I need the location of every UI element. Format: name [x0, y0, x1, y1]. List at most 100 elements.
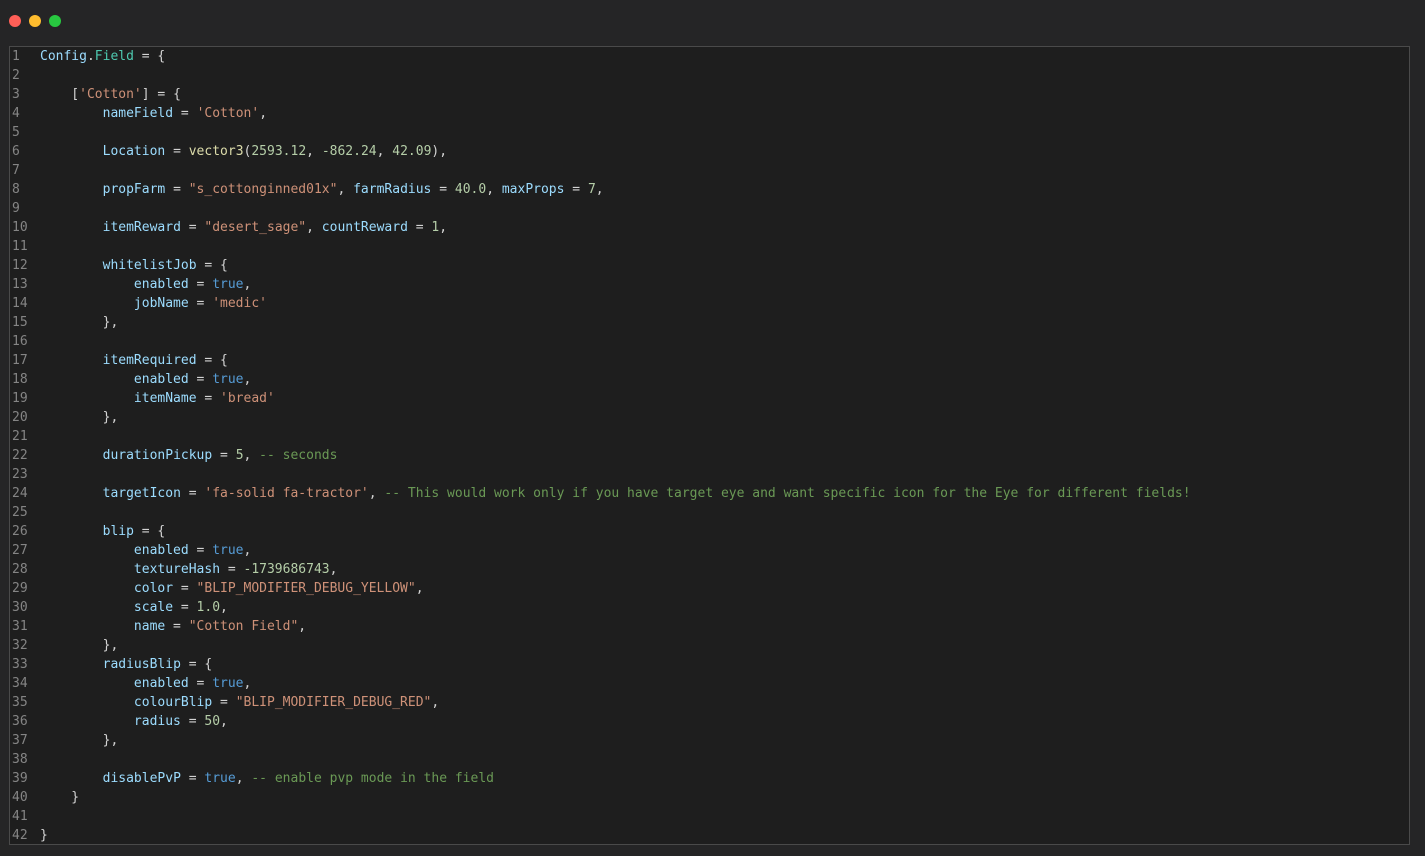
code-token: disablePvP: [102, 771, 181, 786]
code-line[interactable]: 30 scale = 1.0,: [10, 598, 228, 617]
code-token: =: [180, 486, 205, 501]
code-line[interactable]: 34 enabled = true,: [10, 674, 251, 693]
code-line[interactable]: 29 color = "BLIP_MODIFIER_DEBUG_YELLOW",: [10, 579, 424, 598]
code-token: whitelistJob: [102, 258, 197, 273]
line-code: radius = 50,: [40, 712, 228, 731]
line-code: jobName = 'medic': [40, 294, 267, 313]
minimize-window-button[interactable]: [29, 15, 41, 27]
code-line[interactable]: 25: [10, 503, 40, 522]
code-line[interactable]: 21: [10, 427, 40, 446]
code-token: -1739686743: [243, 562, 330, 577]
code-line[interactable]: 17 itemRequired = {: [10, 351, 228, 370]
code-line[interactable]: 37 },: [10, 731, 118, 750]
code-line[interactable]: 28 textureHash = -1739686743,: [10, 560, 337, 579]
code-line[interactable]: 6 Location = vector3(2593.12, -862.24, 4…: [10, 142, 447, 161]
code-line[interactable]: 9: [10, 199, 40, 218]
code-line[interactable]: 26 blip = {: [10, 522, 165, 541]
line-number: 20: [12, 410, 28, 425]
code-token: ,: [243, 676, 252, 691]
line-number: 31: [12, 619, 28, 634]
code-token: },: [40, 315, 119, 330]
code-token: nameField: [102, 106, 174, 121]
code-token: ,: [368, 486, 385, 501]
line-number: 35: [12, 695, 28, 710]
line-number: 3: [12, 87, 20, 102]
code-line[interactable]: 15 },: [10, 313, 118, 332]
code-line[interactable]: 18 enabled = true,: [10, 370, 251, 389]
code-line[interactable]: 4 nameField = 'Cotton',: [10, 104, 267, 123]
code-line[interactable]: 11: [10, 237, 40, 256]
line-number: 32: [12, 638, 28, 653]
line-code: nameField = 'Cotton',: [40, 104, 267, 123]
code-line[interactable]: 36 radius = 50,: [10, 712, 228, 731]
code-editor[interactable]: 1 Config.Field = {2 3 ['Cotton'] = {4 name…: [9, 46, 1410, 845]
code-line[interactable]: 23: [10, 465, 40, 484]
code-line[interactable]: 20 },: [10, 408, 118, 427]
close-window-button[interactable]: [9, 15, 21, 27]
code-line[interactable]: 42}: [10, 826, 48, 844]
code-line[interactable]: 31 name = "Cotton Field",: [10, 617, 306, 636]
code-token: },: [40, 410, 119, 425]
code-line[interactable]: 13 enabled = true,: [10, 275, 251, 294]
line-code: },: [40, 313, 119, 332]
code-line[interactable]: 1 Config.Field = {: [10, 47, 165, 66]
code-line[interactable]: 40 }: [10, 788, 79, 807]
code-token: =: [173, 106, 197, 121]
code-line[interactable]: 19 itemName = 'bread': [10, 389, 275, 408]
line-number: 34: [12, 676, 28, 691]
code-line[interactable]: 12 whitelistJob = {: [10, 256, 228, 275]
code-line[interactable]: 41: [10, 807, 40, 826]
code-line[interactable]: 16: [10, 332, 40, 351]
line-number: 14: [12, 296, 28, 311]
code-token: enabled: [133, 277, 189, 292]
code-token: Field: [94, 49, 134, 64]
code-token: ,: [337, 182, 354, 197]
code-token: name: [133, 619, 166, 634]
code-line[interactable]: 8 propFarm = "s_cottonginned01x", farmRa…: [10, 180, 604, 199]
line-code: ['Cotton'] = {: [40, 85, 181, 104]
code-token: jobName: [133, 296, 189, 311]
code-token: = {: [196, 258, 228, 273]
line-code: targetIcon = 'fa-solid fa-tractor', -- T…: [40, 484, 1191, 503]
line-number: 42: [12, 828, 28, 843]
line-number: 4: [12, 106, 20, 121]
maximize-window-button[interactable]: [49, 15, 61, 27]
code-token: ,: [486, 182, 502, 197]
code-line[interactable]: 14 jobName = 'medic': [10, 294, 267, 313]
line-code: },: [40, 408, 119, 427]
code-line[interactable]: 39 disablePvP = true, -- enable pvp mode…: [10, 769, 494, 788]
code-token: true: [212, 543, 244, 558]
line-code: }: [40, 788, 79, 807]
code-line[interactable]: 32 },: [10, 636, 118, 655]
code-line[interactable]: 7: [10, 161, 40, 180]
code-line[interactable]: 5: [10, 123, 40, 142]
code-line[interactable]: 3 ['Cotton'] = {: [10, 85, 181, 104]
line-number: 25: [12, 505, 28, 520]
code-line[interactable]: 10 itemReward = "desert_sage", countRewa…: [10, 218, 447, 237]
code-token: ,: [298, 619, 307, 634]
code-line[interactable]: 22 durationPickup = 5, -- seconds: [10, 446, 337, 465]
code-line[interactable]: 33 radiusBlip = {: [10, 655, 212, 674]
code-line[interactable]: 24 targetIcon = 'fa-solid fa-tractor', -…: [10, 484, 1191, 503]
code-line[interactable]: 35 colourBlip = "BLIP_MODIFIER_DEBUG_RED…: [10, 693, 439, 712]
line-number: 5: [12, 125, 20, 140]
code-token: ),: [431, 144, 448, 159]
code-token: ,: [259, 106, 268, 121]
code-line[interactable]: 38: [10, 750, 40, 769]
code-token: -- seconds: [259, 448, 338, 463]
code-line[interactable]: 2: [10, 66, 40, 85]
code-token: radiusBlip: [102, 657, 181, 672]
code-token: = {: [133, 49, 166, 64]
code-token: "BLIP_MODIFIER_DEBUG_RED": [235, 695, 432, 710]
code-line[interactable]: 27 enabled = true,: [10, 541, 251, 560]
code-token: },: [40, 733, 119, 748]
